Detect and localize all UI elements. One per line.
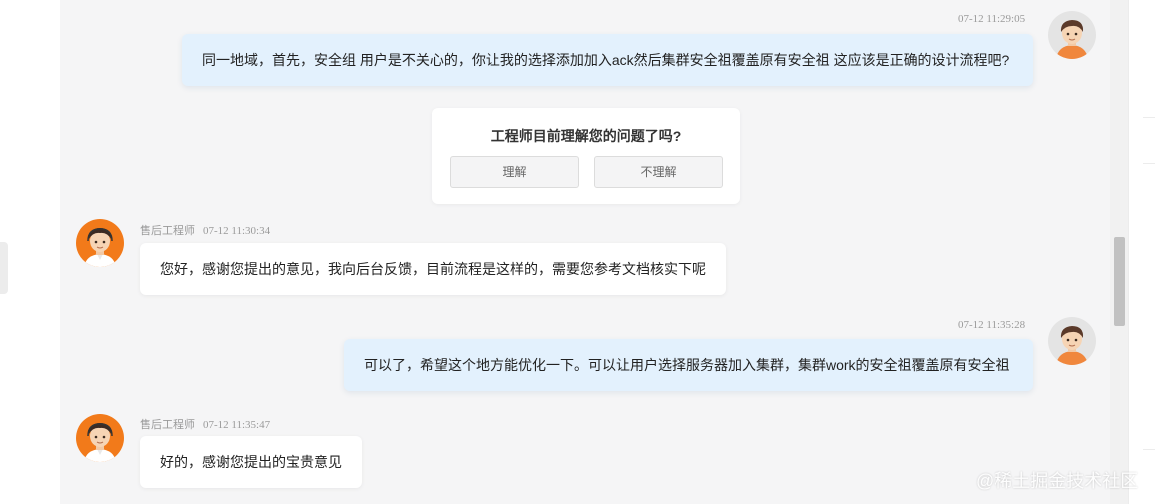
right-side-panel (1128, 0, 1155, 504)
scrollbar-thumb[interactable] (1114, 237, 1125, 326)
engineer-avatar-icon (76, 219, 124, 267)
understood-button[interactable]: 理解 (450, 156, 579, 188)
agent-message-bubble: 您好，感谢您提出的意见，我向后台反馈，目前流程是这样的，需要您参考文档核实下呢 (140, 243, 726, 295)
chat-page: 07-12 11:29:05 同一地域，首先，安全组 用户是不关心的，你让我的选… (0, 0, 1155, 504)
engineer-avatar-icon (76, 414, 124, 462)
divider (1143, 449, 1155, 450)
user-message-bubble: 同一地域，首先，安全组 用户是不关心的，你让我的选择添加加入ack然后集群安全祖… (182, 34, 1033, 86)
message-timestamp: 07-12 11:30:34 (203, 225, 271, 237)
message-text: 您好，感谢您提出的意见，我向后台反馈，目前流程是这样的，需要您参考文档核实下呢 (160, 261, 706, 277)
sender-name: 售后工程师 (140, 225, 195, 237)
message-text: 可以了，希望这个地方能优化一下。可以让用户选择服务器加入集群，集群work的安全… (364, 357, 1010, 373)
site-watermark: @稀土掘金技术社区 (976, 471, 1139, 491)
user-message-bubble: 可以了，希望这个地方能优化一下。可以让用户选择服务器加入集群，集群work的安全… (344, 339, 1033, 391)
message-meta: 售后工程师 07-12 11:35:47 (140, 416, 270, 432)
understanding-survey-card: 工程师目前理解您的问题了吗? 理解 不理解 (432, 108, 740, 204)
message-timestamp: 07-12 11:35:28 (958, 319, 1026, 331)
message-timestamp: 07-12 11:29:05 (958, 13, 1026, 25)
divider (1143, 163, 1155, 164)
sender-name: 售后工程师 (140, 419, 195, 431)
agent-message-bubble: 好的，感谢您提出的宝贵意见 (140, 436, 362, 488)
message-timestamp: 07-12 11:35:47 (203, 419, 271, 431)
user-avatar-icon (1048, 11, 1096, 59)
message-meta: 售后工程师 07-12 11:30:34 (140, 222, 270, 238)
left-gutter (0, 0, 60, 504)
survey-question: 工程师目前理解您的问题了吗? (490, 128, 682, 144)
divider (1143, 117, 1155, 118)
user-avatar-icon (1048, 317, 1096, 365)
collapse-handle[interactable] (0, 242, 8, 294)
message-text: 同一地域，首先，安全组 用户是不关心的，你让我的选择添加加入ack然后集群安全祖… (202, 52, 1010, 68)
message-text: 好的，感谢您提出的宝贵意见 (160, 454, 342, 470)
not-understood-button[interactable]: 不理解 (594, 156, 723, 188)
